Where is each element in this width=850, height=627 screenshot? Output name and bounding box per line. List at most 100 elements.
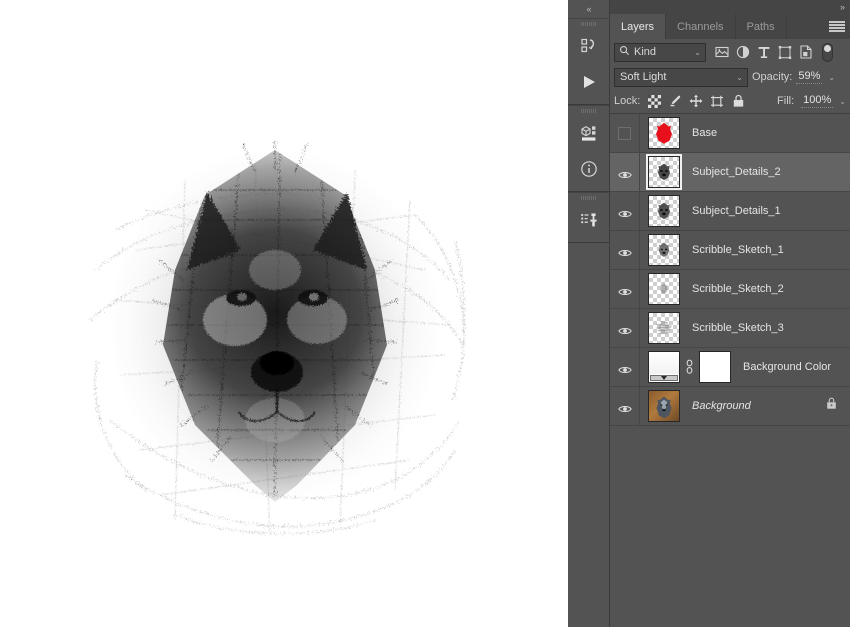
play-button-icon[interactable] [568,64,610,100]
document-canvas[interactable] [0,0,568,627]
dock-collapse-icon[interactable]: « [568,0,609,18]
filter-adjustment-icon[interactable] [735,44,750,60]
layer-list[interactable]: Base Subject_Details_2 Subject_Details_1… [610,113,850,627]
opacity-label: Opacity: [752,71,793,83]
chevron-down-icon[interactable]: ⌄ [694,48,701,57]
table-row[interactable]: Base [610,114,850,153]
layer-thumbnail-gradient-fill[interactable] [648,351,680,383]
fill-field[interactable]: 100% ⌄ [801,94,846,108]
layer-name[interactable]: Subject_Details_1 [692,205,781,217]
collapsed-panel-dock: « [568,0,610,627]
dock-grip[interactable] [568,19,609,28]
filter-shape-icon[interactable] [777,44,792,60]
tab-layers[interactable]: Layers [610,14,667,39]
layer-thumbnail-group [648,234,680,266]
layer-visibility-toggle[interactable] [610,230,640,270]
eye-on-icon [617,401,632,413]
gradient-slider-bar [650,375,678,381]
table-row[interactable]: Subject_Details_2 [610,152,850,192]
layer-thumbnail-group [648,351,731,383]
filter-type-icons [714,42,833,62]
layer-thumbnail-wolf-detail-gray[interactable] [646,154,682,190]
blend-mode-select[interactable]: Soft Light ⌄ [614,67,748,87]
filter-smart-object-icon[interactable] [798,44,813,60]
layer-name[interactable]: Background [692,400,751,412]
photoshop-window: « » Layers Channels Paths Kind ⌄ Soft Li… [0,0,850,627]
chevron-down-icon[interactable]: ⌄ [736,73,743,82]
layer-visibility-toggle[interactable] [610,269,640,309]
filter-pixel-icon[interactable] [714,44,729,60]
eye-on-icon [617,323,632,335]
chevron-down-icon[interactable]: ⌄ [828,73,835,82]
layer-name[interactable]: Base [692,127,717,139]
lock-position-icon[interactable] [689,94,703,108]
table-row[interactable]: Subject_Details_1 [610,191,850,231]
libraries-panel-icon[interactable] [568,115,610,151]
table-row[interactable]: Scribble_Sketch_2 [610,269,850,309]
lock-artboard-nesting-icon[interactable] [710,94,724,108]
table-row[interactable]: Background [610,386,850,426]
panel-collapse-icon[interactable]: » [840,0,845,14]
tab-channels-label: Channels [677,20,724,33]
dock-grip[interactable] [568,193,609,202]
eye-on-icon [617,167,632,179]
lock-label: Lock: [614,95,641,107]
lock-transparent-pixels-icon[interactable] [647,94,661,108]
info-panel-icon[interactable] [568,151,610,187]
layer-visibility-toggle[interactable] [610,347,640,387]
layer-thumbnail-wolf-scribble-gray[interactable] [648,234,680,266]
eye-off-icon [618,126,631,140]
eye-on-icon [617,245,632,257]
layer-locked-icon[interactable] [825,397,838,416]
dock-grip[interactable] [568,106,609,115]
blend-mode-value: Soft Light [620,71,667,83]
blend-mode-row: Soft Light ⌄ Opacity: 59% ⌄ [610,65,850,89]
layer-name[interactable]: Subject_Details_2 [692,166,781,178]
filter-type-icon[interactable] [756,44,771,60]
layer-thumbnail-wolf-scribble-faint[interactable] [648,273,680,305]
layer-thumbnail-group [648,312,680,344]
actions-panel-icon[interactable] [568,28,610,64]
layer-visibility-toggle[interactable] [610,191,640,231]
layer-thumbnail-group [648,273,680,305]
layer-name[interactable]: Scribble_Sketch_2 [692,283,784,295]
layer-visibility-toggle[interactable] [610,308,640,348]
layer-thumbnail-red-wolf-silhouette[interactable] [648,117,680,149]
dock-group-actions [568,18,609,105]
dock-group-clone-source [568,192,609,243]
layer-thumbnail-wolf-detail-gray[interactable] [648,195,680,227]
opacity-field[interactable]: 59% ⌄ [796,70,835,84]
fill-label: Fill: [777,95,795,107]
tab-paths-label: Paths [746,20,775,33]
lock-all-icon[interactable] [731,94,745,108]
layer-name[interactable]: Scribble_Sketch_1 [692,244,784,256]
chevron-down-icon[interactable]: ⌄ [839,97,846,106]
layer-visibility-toggle[interactable] [610,114,640,153]
lock-image-pixels-icon[interactable] [668,94,682,108]
layer-thumbnail-wolf-scribble-faint[interactable] [648,312,680,344]
table-row[interactable]: Background Color [610,347,850,387]
tab-paths[interactable]: Paths [735,14,787,39]
layer-thumbnail-wolf-photo[interactable] [648,390,680,422]
layers-panel: » Layers Channels Paths Kind ⌄ Soft Ligh… [610,0,850,627]
layer-mask-thumbnail[interactable] [699,351,731,383]
layer-visibility-toggle[interactable] [610,152,640,192]
table-row[interactable]: Scribble_Sketch_1 [610,230,850,270]
layer-thumbnail-group [648,117,680,149]
panel-tab-bar: Layers Channels Paths [610,14,850,39]
filter-kind-select[interactable]: Kind ⌄ [614,42,706,62]
layer-name[interactable]: Background Color [743,361,831,373]
hamburger-menu-icon[interactable] [829,20,845,33]
eye-on-icon [617,284,632,296]
layer-visibility-toggle[interactable] [610,386,640,426]
lock-row: Lock: Fill: 100% ⌄ [610,89,850,113]
link-mask-icon[interactable] [685,359,694,375]
layer-name[interactable]: Scribble_Sketch_3 [692,322,784,334]
filter-enable-toggle[interactable] [822,42,833,62]
panel-titlebar: » [610,0,850,14]
layer-thumbnail-group [648,390,680,422]
tab-channels[interactable]: Channels [666,14,736,39]
eye-on-icon [617,362,632,374]
table-row[interactable]: Scribble_Sketch_3 [610,308,850,348]
clone-source-panel-icon[interactable] [568,202,610,238]
